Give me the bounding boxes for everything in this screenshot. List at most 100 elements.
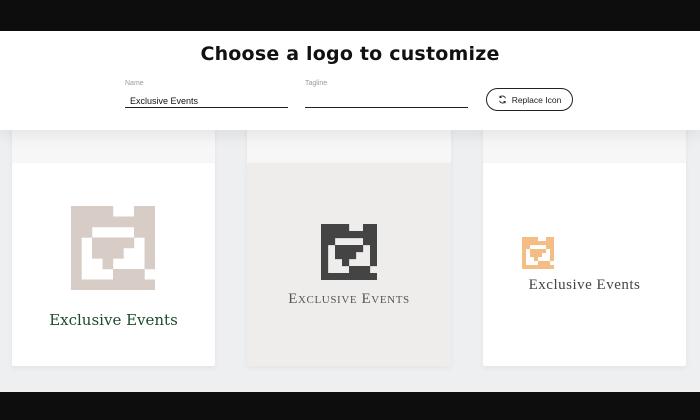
logo-mark-cell <box>113 279 124 290</box>
logo-mark-cell <box>363 266 371 274</box>
logo-mark-cell <box>134 279 145 290</box>
nested-square-pattern-icon <box>321 224 377 280</box>
logo-mark-cell <box>550 257 554 262</box>
name-label: Name <box>125 80 144 87</box>
logo-mark-cell <box>92 216 103 228</box>
logo-mark-cell <box>522 249 527 254</box>
logo-mark-cell <box>550 253 554 258</box>
logo-mark-cell <box>81 206 93 217</box>
logo-mark-cell <box>134 227 145 238</box>
logo-mark-cell <box>134 206 145 217</box>
logo-mark-cell <box>102 237 114 249</box>
logo-mark-cell <box>530 253 535 258</box>
logo-mark-cell <box>144 216 155 228</box>
logo-mark-cell <box>546 237 551 242</box>
logo-mark-cell <box>526 237 531 242</box>
logo-mark-cell <box>81 216 93 228</box>
logo-mark-cell <box>92 206 103 217</box>
logo-mark-cell <box>363 224 371 232</box>
logo-mark-cell <box>134 216 145 228</box>
logo-mark-cell <box>349 273 357 280</box>
logo-mark-cell <box>92 248 103 259</box>
logo-mark-cell <box>370 273 377 280</box>
logo-mark-cell <box>328 224 336 232</box>
logo-mark-cell <box>550 237 554 242</box>
logo-mark-cell <box>102 258 114 270</box>
logo-mark-cell <box>370 245 377 253</box>
logo-mark-cell <box>546 261 551 266</box>
name-field: Name <box>125 80 288 109</box>
logo-mark-cell <box>546 245 551 250</box>
top-letterbox-bar <box>0 0 700 31</box>
logo-mark-cell <box>335 224 343 232</box>
logo-mark-cell <box>534 265 539 269</box>
logo-mark-cell <box>550 265 554 269</box>
logo-mark-cell <box>370 259 377 267</box>
replace-icon-button[interactable]: Replace Icon <box>486 88 573 111</box>
logo-mark-cell <box>321 231 329 239</box>
logo-mark-cell <box>370 231 377 239</box>
tagline-input[interactable] <box>305 90 468 108</box>
logo-mark-cell <box>71 216 82 228</box>
logo-mark-cell <box>328 238 336 246</box>
logo-mark-cell <box>123 216 135 228</box>
logo-mark-cell <box>144 206 155 217</box>
logo-mark-cell <box>71 269 82 280</box>
page-title: Choose a logo to customize <box>200 43 500 65</box>
logo-mark-cell <box>321 252 329 260</box>
nested-square-pattern-icon <box>522 237 554 269</box>
logo-mark-cell <box>342 245 350 253</box>
logo-mark-cell <box>522 261 527 266</box>
logo-mark-cell <box>113 237 124 249</box>
logo-mark-cell <box>71 248 82 259</box>
logo-mark-cell <box>526 241 531 246</box>
logo-card-1[interactable]: Exclusive Events <box>12 163 215 366</box>
logo-card-2[interactable]: Exclusive Events <box>247 163 451 366</box>
logo-mark-cell <box>370 252 377 260</box>
logo-mark-cell <box>363 231 371 239</box>
logo-mark-cell <box>522 253 527 258</box>
logo-mark-cell <box>349 245 357 253</box>
logo-mark-cell <box>534 237 539 242</box>
logo-mark-cell <box>356 273 364 280</box>
logo-mark-cell <box>363 238 371 246</box>
logo-mark-cell <box>538 261 543 266</box>
logo-mark-cell <box>113 248 124 259</box>
logo-mark-cell <box>550 245 554 250</box>
logo-mark-cell <box>71 237 82 249</box>
name-input[interactable] <box>125 90 288 108</box>
replace-icon-label: Replace Icon <box>511 94 562 105</box>
logo-mark-cell <box>522 265 527 269</box>
logo-mark-cell <box>123 269 135 280</box>
logo-mark-cell <box>522 237 527 242</box>
logo-mark-cell <box>81 279 93 290</box>
logo-mark-cell <box>550 249 554 254</box>
logo-mark-cell <box>102 279 114 290</box>
logo-mark-cell <box>363 273 371 280</box>
logo-mark-cell <box>321 266 329 274</box>
logo-mark-cell <box>550 241 554 246</box>
logo-mark-cell <box>534 249 539 254</box>
logo-mark-cell <box>542 265 547 269</box>
logo-text: Exclusive Events <box>288 291 410 307</box>
logo-mark-cell <box>349 266 357 274</box>
logo-mark-cell <box>92 279 103 290</box>
logo-mark-cell <box>542 241 547 246</box>
logo-mark-cell <box>542 249 547 254</box>
logo-mark-cell <box>328 231 336 239</box>
logo-mark-cell <box>538 249 543 254</box>
logo-mark-cell <box>335 252 343 260</box>
logo-card-3[interactable]: Exclusive Events <box>483 163 686 366</box>
logo-mark-cell <box>534 253 539 258</box>
logo-mark-cell <box>530 265 535 269</box>
logo-mark-cell <box>534 241 539 246</box>
logo-text: Exclusive Events <box>528 277 641 293</box>
logo-mark-cell <box>526 265 531 269</box>
logo-mark-cell <box>546 265 551 269</box>
logo-mark-cell <box>342 252 350 260</box>
logo-mark-cell <box>102 248 114 259</box>
logo-mark-cell <box>113 269 124 280</box>
logo-mark-cell <box>123 279 135 290</box>
logo-mark-cell <box>71 227 82 238</box>
logo-mark-cell <box>102 206 114 217</box>
